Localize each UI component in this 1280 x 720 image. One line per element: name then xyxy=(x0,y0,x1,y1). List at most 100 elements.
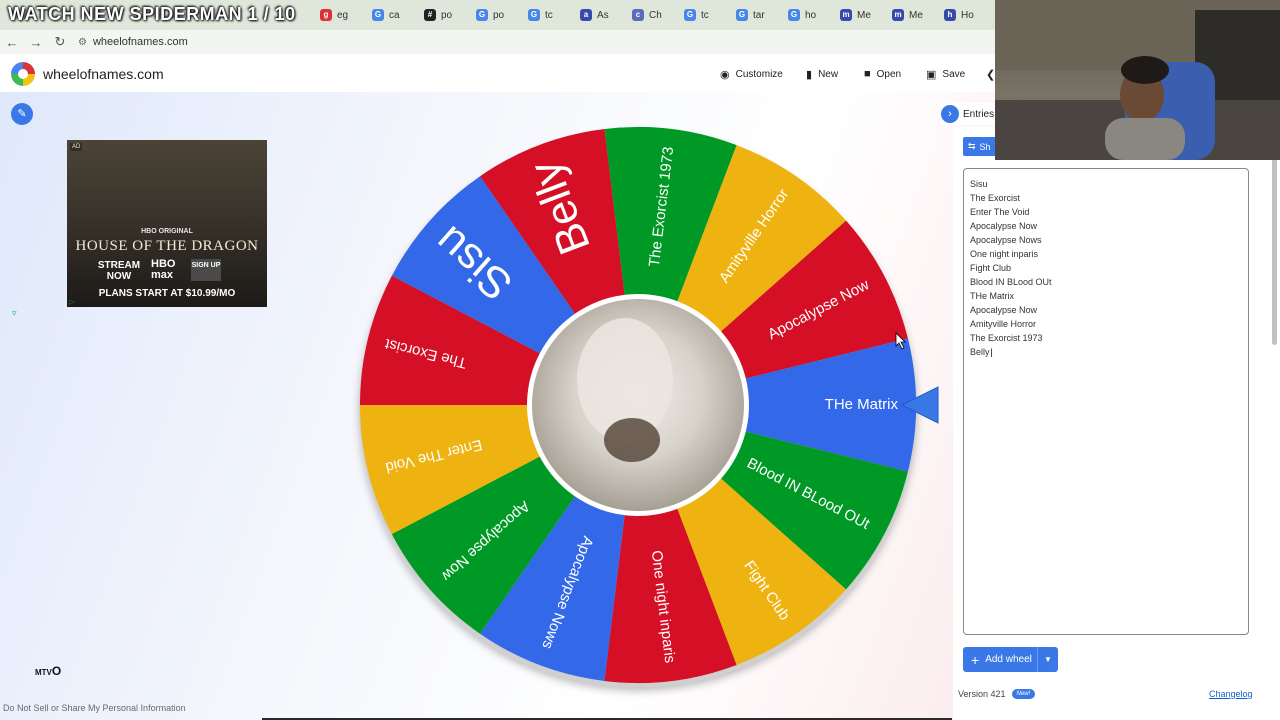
entries-tab-label: Entries xyxy=(963,108,995,120)
entry-line[interactable]: Apocalypse Now xyxy=(970,303,1242,317)
ad-signup-button[interactable]: SIGN UP xyxy=(191,259,221,281)
tab-favicon-icon: c xyxy=(632,9,644,21)
tab-favicon-icon: G xyxy=(788,9,800,21)
mtv-logo-big: O xyxy=(51,664,62,678)
entry-line[interactable]: Apocalypse Nows xyxy=(970,233,1242,247)
stream-overlay-title: WATCH NEW SPIDERMAN 1 / 10 xyxy=(8,4,296,24)
tab-label: As xyxy=(597,9,609,21)
forward-icon[interactable]: → xyxy=(24,35,48,50)
save-label: Save xyxy=(942,68,966,80)
url-field[interactable]: ⚙ wheelofnames.com xyxy=(78,36,188,48)
new-badge: New! xyxy=(1011,689,1036,699)
entry-line[interactable]: Sisu xyxy=(970,177,1242,191)
tab-label: tc xyxy=(701,9,709,21)
share-icon: ❮ xyxy=(986,68,996,81)
save-button[interactable]: ▣ Save xyxy=(926,56,965,92)
privacy-link[interactable]: Do Not Sell or Share My Personal Informa… xyxy=(3,703,186,713)
version-info: Version 421 New! xyxy=(958,689,1036,699)
new-button[interactable]: ▮ New xyxy=(806,56,838,92)
browser-tab[interactable]: Gtar xyxy=(730,2,782,28)
ad-choices-icon[interactable]: ▷ xyxy=(69,298,74,306)
file-icon: ▮ xyxy=(806,68,813,81)
reload-icon[interactable]: ↻ xyxy=(48,34,72,50)
browser-tab[interactable]: h Ho xyxy=(938,2,990,28)
plus-icon: + xyxy=(971,651,980,668)
tab-favicon-icon: G xyxy=(528,9,540,21)
page-scrollbar[interactable] xyxy=(1272,130,1277,345)
tab-favicon-icon: h xyxy=(944,9,956,21)
open-button[interactable]: ■ Open xyxy=(864,56,901,92)
tab-favicon-icon: G xyxy=(684,9,696,21)
entry-line[interactable]: The Exorcist xyxy=(970,191,1242,205)
webcam-overlay xyxy=(995,0,1280,160)
tab-label: Me xyxy=(909,9,923,21)
ad-stream-now: STREAM NOW xyxy=(97,260,141,282)
save-icon: ▣ xyxy=(926,68,937,81)
tab-favicon-icon: G xyxy=(476,9,488,21)
site-name[interactable]: wheelofnames.com xyxy=(43,66,164,82)
browser-tab[interactable]: m Me xyxy=(834,2,886,28)
browser-tab[interactable]: g eg xyxy=(314,2,366,28)
browser-tab[interactable]: Gho xyxy=(782,2,834,28)
folder-icon: ■ xyxy=(864,68,871,80)
entry-line[interactable]: Enter The Void xyxy=(970,205,1242,219)
tab-favicon-icon: m xyxy=(840,9,852,21)
entry-line[interactable]: THe Matrix xyxy=(970,289,1242,303)
browser-tab[interactable]: a As xyxy=(574,2,626,28)
customize-button[interactable]: ◉ Customize xyxy=(720,56,783,92)
entry-line[interactable]: Amityville Horror xyxy=(970,317,1242,331)
palette-icon: ◉ xyxy=(720,68,730,81)
tab-label: Me xyxy=(857,9,871,21)
browser-tab[interactable]: Gtc xyxy=(678,2,730,28)
browser-tab[interactable]: m Me xyxy=(886,2,938,28)
entry-line[interactable]: One night inparis xyxy=(970,247,1242,261)
tab-label: po xyxy=(441,9,453,21)
tab-favicon-icon: G xyxy=(736,9,748,21)
tab-favicon-icon: g xyxy=(320,9,332,21)
edit-pencil-icon[interactable]: ✎ xyxy=(11,103,33,125)
chevron-right-icon[interactable]: › xyxy=(941,105,959,123)
advertisement[interactable]: AD HBO ORIGINAL HOUSE OF THE DRAGON STRE… xyxy=(67,140,267,307)
tab-label: po xyxy=(493,9,505,21)
add-wheel-label: Add wheel xyxy=(985,654,1032,665)
mtv-logo-small: MTV xyxy=(35,668,52,677)
browser-tab[interactable]: Gtc xyxy=(522,2,574,28)
entry-line[interactable]: Blood IN BLood OUt xyxy=(970,275,1242,289)
tab-favicon-icon: m xyxy=(892,9,904,21)
new-label: New xyxy=(818,68,839,80)
entry-line[interactable]: The Exorcist 1973 xyxy=(970,331,1242,345)
ad-hbo-original: HBO ORIGINAL xyxy=(141,228,193,235)
browser-tab[interactable]: c Ch xyxy=(626,2,678,28)
changelog-link[interactable]: Changelog xyxy=(1209,689,1253,699)
shuffle-label: Sh xyxy=(979,141,991,152)
back-icon[interactable]: ← xyxy=(0,35,24,50)
tab-label: ca xyxy=(389,9,400,21)
add-wheel-button[interactable]: + Add wheel ▼ xyxy=(963,647,1058,672)
tab-label: tar xyxy=(753,9,765,21)
site-logo-icon[interactable] xyxy=(11,62,35,86)
tab-favicon-icon: # xyxy=(424,9,436,21)
entry-line[interactable]: Belly xyxy=(970,345,1242,359)
entries-tab[interactable]: › Entries xyxy=(941,103,996,125)
mtv-logo: MTVO xyxy=(35,664,61,678)
version-label: Version 421 xyxy=(958,689,1006,699)
site-settings-icon[interactable]: ⚙ xyxy=(78,37,87,48)
ad-plans: PLANS START AT $10.99/MO xyxy=(98,288,236,299)
browser-tab[interactable]: # po xyxy=(418,2,470,28)
tab-label: Ch xyxy=(649,9,662,21)
tab-label: tc xyxy=(545,9,553,21)
tab-favicon-icon: G xyxy=(372,9,384,21)
share-button[interactable]: ❮ xyxy=(986,56,995,92)
browser-tab[interactable]: Gca xyxy=(366,2,418,28)
ad-title: HOUSE OF THE DRAGON xyxy=(75,238,259,254)
entries-textarea[interactable]: Sisu The Exorcist Enter The Void Apocalypse… xyxy=(963,168,1249,635)
tab-label: eg xyxy=(337,9,349,21)
ad-hbomax-logo: HBO max xyxy=(151,258,176,281)
tab-label: ho xyxy=(805,9,817,21)
entry-line[interactable]: Apocalypse Now xyxy=(970,219,1242,233)
chevron-down-icon[interactable]: ▼ xyxy=(1037,647,1058,672)
browser-tab[interactable]: Gpo xyxy=(470,2,522,28)
ad-feedback-icon[interactable]: ▿ xyxy=(12,308,17,319)
customize-label: Customize xyxy=(735,68,783,80)
entry-line[interactable]: Fight Club xyxy=(970,261,1242,275)
